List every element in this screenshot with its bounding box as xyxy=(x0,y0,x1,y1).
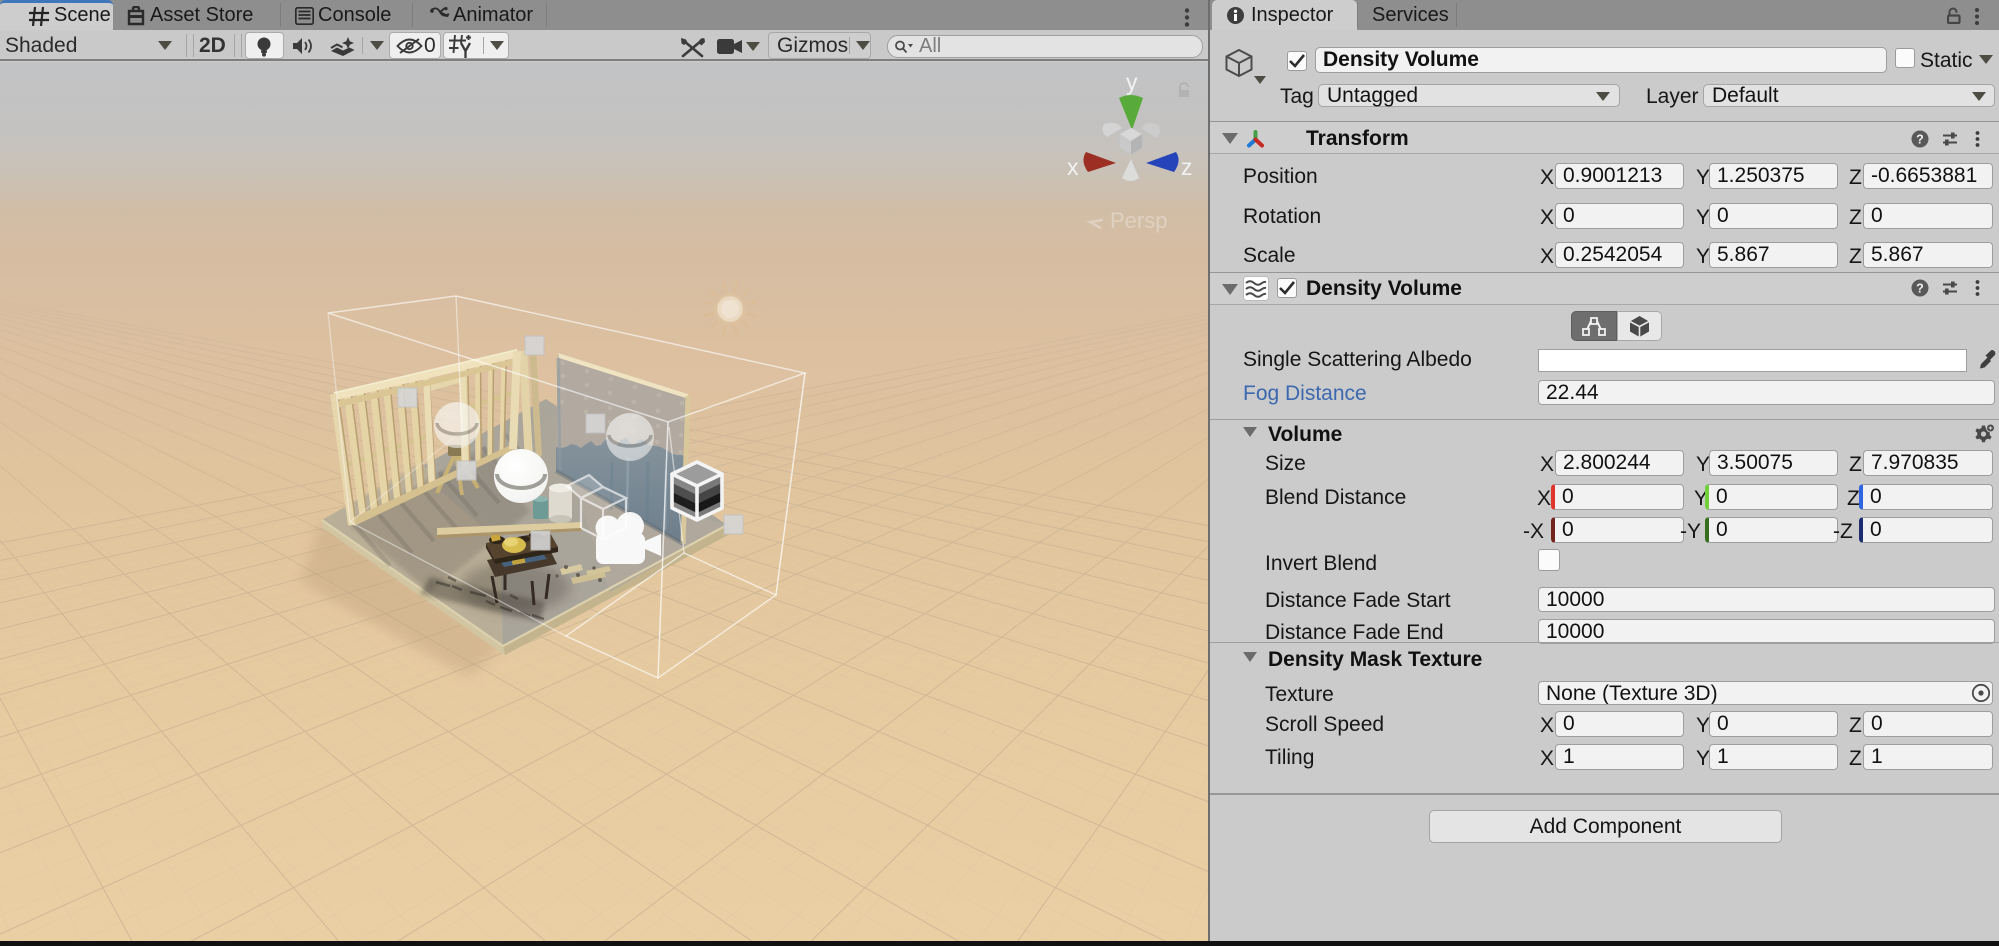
svg-text:?: ? xyxy=(1916,132,1924,146)
svg-text:y: y xyxy=(1126,69,1138,95)
svg-text:?: ? xyxy=(1916,281,1924,295)
svg-text:x: x xyxy=(1067,154,1079,180)
svg-text:Persp: Persp xyxy=(1110,208,1167,233)
svg-text:z: z xyxy=(1181,154,1193,180)
